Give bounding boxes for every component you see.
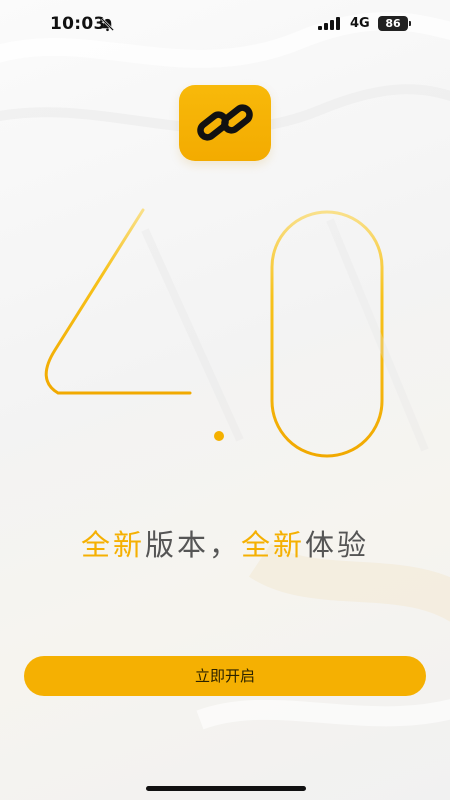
digit-zero — [270, 210, 384, 458]
bell-off-icon — [101, 18, 114, 32]
home-indicator[interactable] — [146, 786, 306, 791]
battery-nub — [409, 21, 411, 26]
battery-icon: 86 — [378, 16, 408, 31]
slogan-text-1: 版本， — [144, 528, 241, 562]
digit-four — [44, 208, 192, 457]
slogan-text-2: 体验 — [305, 528, 370, 562]
slogan-accent-2: 全新 — [241, 528, 306, 562]
slogan-accent-1: 全新 — [80, 528, 145, 562]
status-time: 10:03 — [50, 14, 106, 34]
start-now-button[interactable]: 立即开启 — [24, 656, 426, 696]
signal-icon — [318, 17, 340, 30]
chain-link-icon — [197, 104, 253, 141]
app-logo — [179, 85, 271, 161]
status-bar: 10:03 4G 86 — [0, 0, 450, 50]
decimal-dot — [214, 431, 224, 441]
slogan: 全新版本，全新体验 — [0, 522, 450, 564]
network-type: 4G — [350, 16, 370, 31]
hero-version — [44, 208, 429, 458]
